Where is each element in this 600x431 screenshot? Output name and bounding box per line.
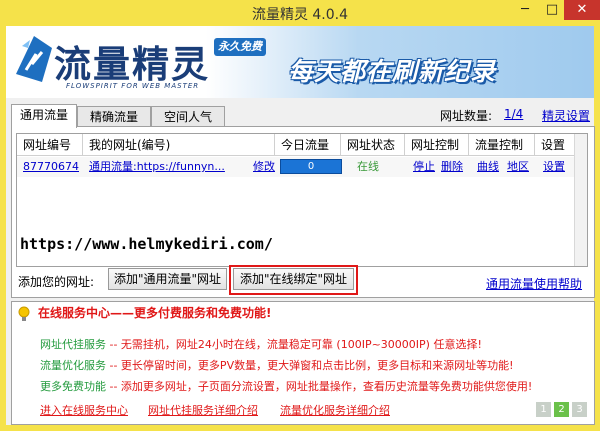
close-button[interactable]: ✕: [564, 0, 600, 20]
minimize-button[interactable]: ─: [512, 0, 538, 20]
row-delete-link[interactable]: 删除: [435, 157, 469, 177]
page-2-button[interactable]: 2: [554, 402, 569, 417]
col-header-id: 网址编号: [17, 134, 83, 156]
free-badge: 永久免费: [214, 38, 266, 56]
general-traffic-help-link[interactable]: 通用流量使用帮助: [486, 275, 582, 292]
tab-general-traffic[interactable]: 通用流量: [11, 104, 77, 128]
optimize-detail-link[interactable]: 流量优化服务详细介绍: [280, 402, 390, 418]
row-edit-link[interactable]: 修改: [247, 157, 277, 177]
col-header-url: 我的网址(编号): [83, 134, 275, 156]
service-name[interactable]: 更多免费功能: [40, 380, 106, 393]
row-url[interactable]: 通用流量:https://funnyn...: [83, 157, 247, 177]
page-1-button[interactable]: 1: [536, 402, 551, 417]
today-traffic-bar: 0: [280, 159, 342, 174]
col-header-today: 今日流量: [275, 134, 341, 156]
list-scrollbar[interactable]: [574, 134, 587, 266]
service-center-title: 在线服务中心——更多付费服务和免费功能!: [38, 306, 272, 320]
tab-precise-traffic[interactable]: 精确流量: [77, 106, 151, 127]
slogan: 每天都在刷新纪录: [288, 57, 497, 86]
service-name[interactable]: 流量优化服务: [40, 359, 106, 372]
row-status: 在线: [357, 160, 379, 173]
lightbulb-icon: [18, 306, 30, 321]
hosting-detail-link[interactable]: 网址代挂服务详细介绍: [148, 402, 258, 418]
add-url-label: 添加您的网址:: [18, 275, 95, 289]
tab-space-popularity[interactable]: 空间人气: [151, 106, 225, 127]
row-region-link[interactable]: 地区: [501, 157, 535, 177]
row-id[interactable]: 87770674: [17, 157, 83, 177]
overlay-url-text: https://www.helmykediri.com/: [20, 235, 273, 253]
highlight-box: [229, 265, 358, 295]
site-count-label: 网址数量:: [440, 109, 493, 123]
service-desc: -- 更长停留时间，更多PV数量，更大弹窗和点击比例，更多目标和来源网址等功能!: [106, 359, 514, 372]
settings-link[interactable]: 精灵设置: [542, 107, 590, 124]
col-header-url-control: 网址控制: [405, 134, 469, 156]
page-3-button[interactable]: 3: [572, 402, 587, 417]
service-line-optimize: 流量优化服务 -- 更长停留时间，更多PV数量，更大弹窗和点击比例，更多目标和来…: [40, 357, 514, 373]
col-header-settings: 设置: [535, 134, 575, 156]
service-line-hosting: 网址代挂服务 -- 无需挂机，网址24小时在线，流量稳定可靠 (100IP~30…: [40, 336, 482, 352]
service-desc: -- 添加更多网址，子页面分流设置，网址批量操作，查看历史流量等免费功能供您使用…: [106, 380, 533, 393]
add-general-url-button[interactable]: 添加"通用流量"网址: [108, 268, 227, 290]
site-count-value[interactable]: 1/4: [504, 107, 523, 121]
col-header-traffic-control: 流量控制: [469, 134, 535, 156]
row-curve-link[interactable]: 曲线: [471, 157, 503, 177]
col-header-status: 网址状态: [341, 134, 405, 156]
service-center-link[interactable]: 进入在线服务中心: [40, 402, 128, 418]
maximize-button[interactable]: □: [539, 0, 565, 20]
window-title: 流量精灵 4.0.4: [251, 7, 349, 23]
row-settings-link[interactable]: 设置: [537, 157, 573, 177]
flowspirit-logo-icon: [16, 36, 52, 82]
brand-subtitle: FLOWSPIRIT FOR WEB MASTER: [66, 82, 200, 90]
service-desc: -- 无需挂机，网址24小时在线，流量稳定可靠 (100IP~30000IP) …: [106, 338, 482, 351]
row-stop-link[interactable]: 停止: [407, 157, 437, 177]
brand-name: 流量精灵: [54, 43, 210, 86]
banner: 流量精灵 FLOWSPIRIT FOR WEB MASTER 永久免费 每天都在…: [6, 26, 594, 98]
service-line-free: 更多免费功能 -- 添加更多网址，子页面分流设置，网址批量操作，查看历史流量等免…: [40, 378, 532, 394]
service-name[interactable]: 网址代挂服务: [40, 338, 106, 351]
